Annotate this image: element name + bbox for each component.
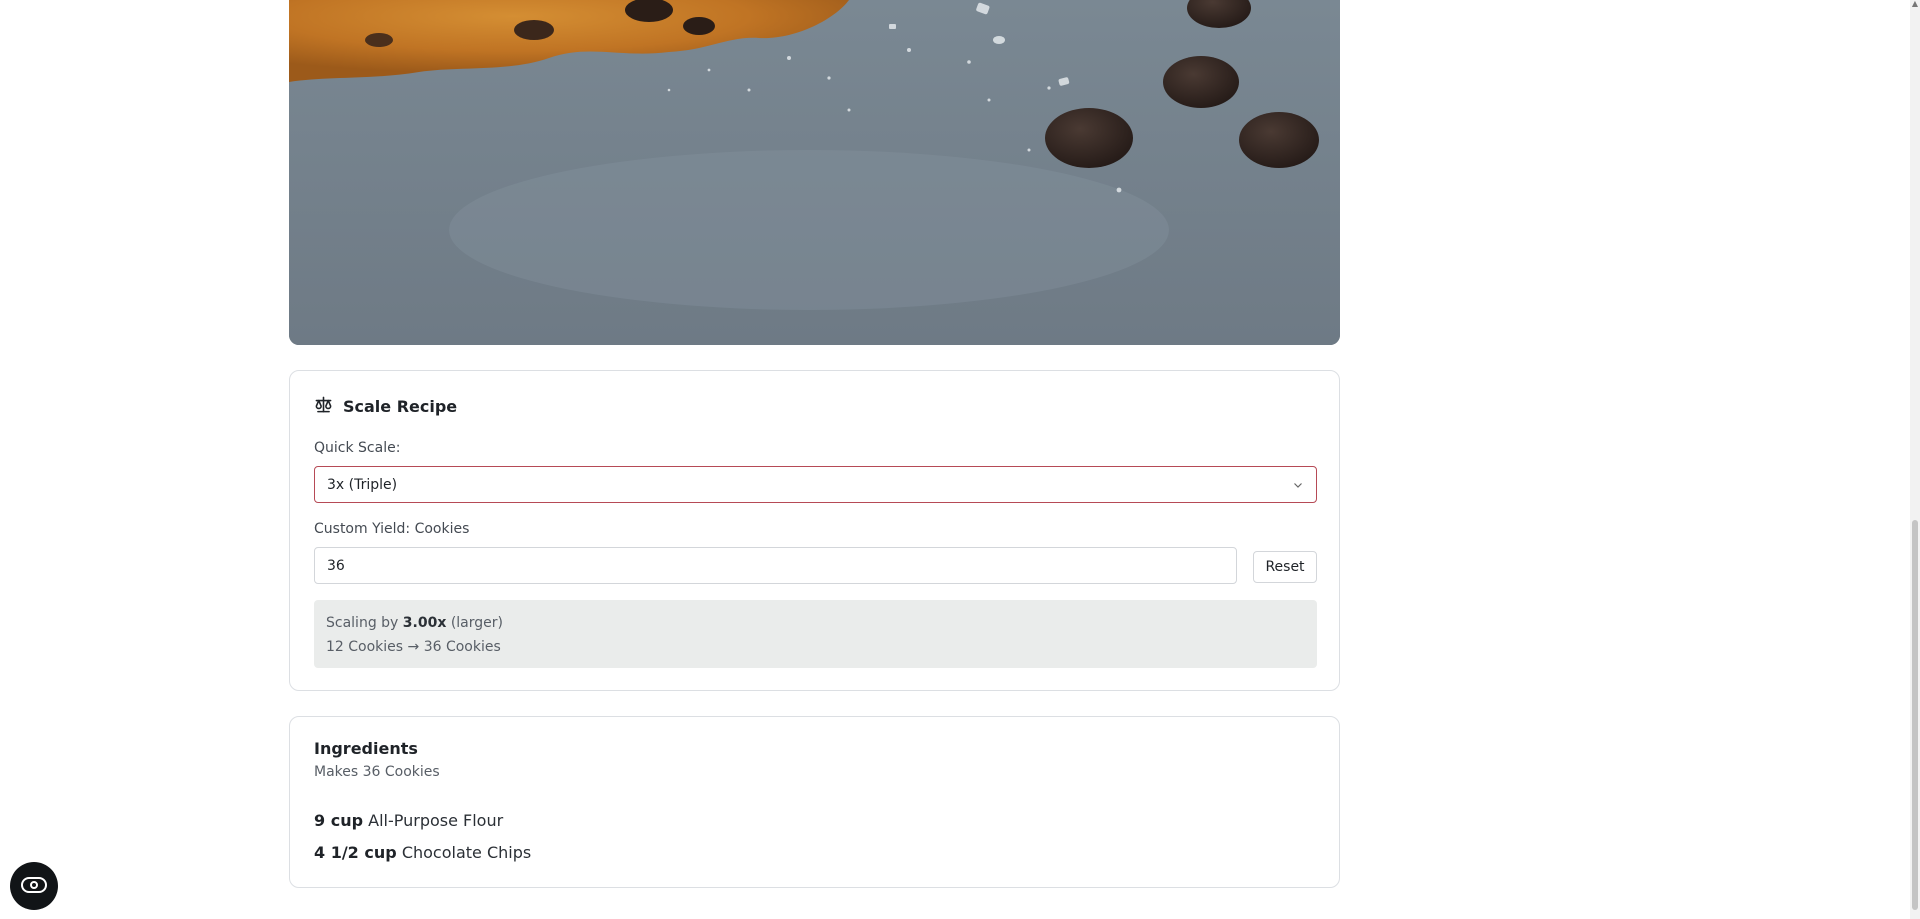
custom-yield-label: Custom Yield: Cookies xyxy=(314,521,470,537)
ingredients-title: Ingredients xyxy=(314,739,418,758)
ingredient-item: 4 1/2 cup Chocolate Chips xyxy=(314,837,531,869)
ingredient-quantity: 4 1/2 cup xyxy=(314,843,397,862)
ingredients-card: Ingredients Makes 36 Cookies 9 cup All-P… xyxy=(289,716,1340,888)
open-eye-button[interactable] xyxy=(10,862,58,910)
scaling-suffix: (larger) xyxy=(450,615,503,631)
page: Scale Recipe Quick Scale: 3x (Triple) Cu… xyxy=(0,0,1920,919)
ingredient-name: Chocolate Chips xyxy=(401,843,532,862)
balance-scale-icon xyxy=(314,395,333,418)
scaling-summary: Scaling by 3.00x (larger) 12 Cookies → 3… xyxy=(314,600,1317,668)
vertical-scrollbar[interactable]: ▲ xyxy=(1910,0,1920,919)
scaling-prefix: Scaling by xyxy=(326,615,399,631)
quick-scale-select[interactable]: 3x (Triple) xyxy=(314,466,1317,503)
quick-scale-value: 3x (Triple) xyxy=(327,476,398,493)
cookie-photo xyxy=(289,0,1340,345)
scale-recipe-heading: Scale Recipe xyxy=(314,395,457,418)
scaling-factor: 3.00x xyxy=(402,615,447,631)
scale-recipe-title: Scale Recipe xyxy=(343,397,458,416)
ingredient-quantity: 9 cup xyxy=(314,811,364,830)
scale-recipe-card: Scale Recipe Quick Scale: 3x (Triple) Cu… xyxy=(289,370,1340,691)
ingredient-name: All-Purpose Flour xyxy=(368,811,504,830)
recipe-hero-image xyxy=(289,0,1340,345)
reset-button[interactable]: Reset xyxy=(1253,551,1317,583)
scaling-factor-line: Scaling by 3.00x (larger) xyxy=(326,611,1305,635)
ingredients-yield: Makes 36 Cookies xyxy=(314,764,440,780)
scrollbar-thumb[interactable] xyxy=(1912,520,1918,910)
quick-scale-label: Quick Scale: xyxy=(314,440,401,456)
yield-conversion: 12 Cookies → 36 Cookies xyxy=(326,639,501,655)
ingredient-item: 9 cup All-Purpose Flour xyxy=(314,805,531,837)
ingredient-list: 9 cup All-Purpose Flour 4 1/2 cup Chocol… xyxy=(314,805,531,869)
scroll-up-arrow-icon[interactable]: ▲ xyxy=(1911,0,1919,8)
open-eye-icon xyxy=(20,875,48,898)
chevron-down-icon xyxy=(1292,479,1304,491)
custom-yield-input[interactable] xyxy=(314,547,1237,584)
